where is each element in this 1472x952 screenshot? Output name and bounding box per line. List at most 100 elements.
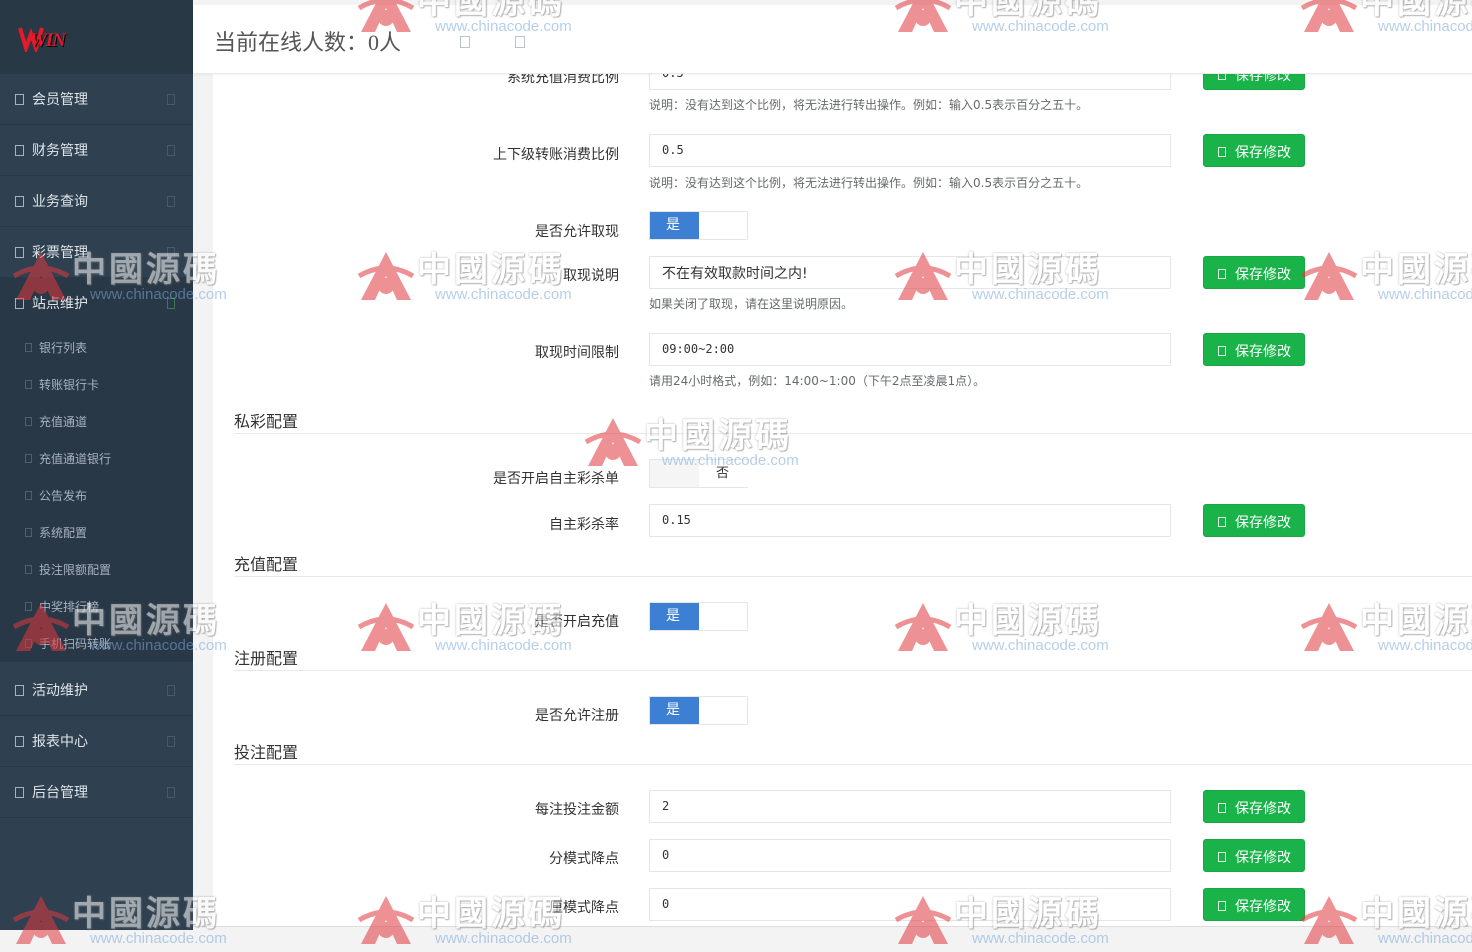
toggle-on-label: 是 [650,603,699,630]
watermark-url: www.chinacode.com [90,930,227,947]
report-icon [15,736,24,747]
sidebar-item-finance[interactable]: 财务管理 [0,125,193,176]
withdraw-desc-input[interactable]: 不在有效取款时间之内! [649,256,1171,289]
save-button[interactable]: 保存修改 [1203,256,1305,289]
sidebar-item-label: 会员管理 [32,92,88,108]
activity-icon [15,685,24,696]
save-icon [1218,517,1226,527]
section-divider [234,576,1472,577]
sidebar-item-label: 活动维护 [32,683,88,699]
logo-text: WIN [30,30,66,51]
save-button[interactable]: 保存修改 [1203,504,1305,537]
bullet-icon [25,380,32,389]
chevron-icon [167,736,175,747]
toolbar-icon[interactable] [460,36,470,48]
save-button-label: 保存修改 [1235,74,1291,84]
allow-register-toggle[interactable]: 是 [649,696,748,725]
watermark-url: www.chinacode.com [972,930,1109,947]
field-label: 自主彩杀率 [549,517,619,533]
save-icon [1218,147,1226,157]
sidebar-item-label: 彩票管理 [32,245,88,261]
save-button[interactable]: 保存修改 [1203,790,1305,823]
save-icon [1218,74,1226,80]
field-label: 是否允许取现 [535,224,619,240]
save-button[interactable]: 保存修改 [1203,134,1305,167]
save-button[interactable]: 保存修改 [1203,839,1305,872]
li-mode-input[interactable]: 0 [649,888,1171,921]
sidebar-item-site-maintenance[interactable]: 站点维护 [0,278,193,329]
save-button[interactable]: 保存修改 [1203,888,1305,921]
field-label: 厘模式降点 [549,900,619,916]
submenu-item-winning-ranking[interactable]: 中奖排行榜 [0,588,193,625]
bullet-icon [25,565,32,574]
sidebar-item-admin[interactable]: 后台管理 [0,767,193,818]
help-text: 说明：没有达到这个比例，将无法进行转出操作。例如：输入0.5表示百分之五十。 [649,98,1089,112]
chevron-icon [167,196,175,207]
submenu-item-system-config[interactable]: 系统配置 [0,514,193,551]
chevron-icon [167,145,175,156]
toggle-off-label: 否 [716,466,730,481]
field-label: 系统充值消费比例 [507,74,619,86]
field-label: 每注投注金额 [535,802,619,818]
sidebar-submenu: 银行列表 转账银行卡 充值通道 充值通道银行 公告发布 系统配置 投注限额配置 [0,329,193,662]
sidebar-item-business-query[interactable]: 业务查询 [0,176,193,227]
sidebar-nav-bottom: 活动维护 报表中心 后台管理 [0,665,193,818]
bullet-icon [25,602,32,611]
bottom-border [193,926,1472,927]
top-bar: 当前在线人数：0人 [193,5,1472,74]
submenu-item-label: 银行列表 [39,341,88,355]
submenu-item-label: 公告发布 [39,489,88,503]
submenu-item-label: 中奖排行榜 [39,600,100,614]
fen-mode-input[interactable]: 0 [649,839,1171,872]
bet-amount-input[interactable]: 2 [649,790,1171,823]
submenu-item-recharge-channel[interactable]: 充值通道 [0,403,193,440]
withdraw-time-input[interactable]: 09:00~2:00 [649,333,1171,366]
main-content: 系统充值消费比例 0.5 说明：没有达到这个比例，将无法进行转出操作。例如：输入… [213,74,1472,926]
save-icon [1218,346,1226,356]
submenu-item-transfer-card[interactable]: 转账银行卡 [0,366,193,403]
enable-recharge-toggle[interactable]: 是 [649,602,748,631]
save-button-label: 保存修改 [1235,267,1291,283]
chevron-down-icon [167,298,175,309]
chevron-icon [167,787,175,798]
save-button-label: 保存修改 [1235,515,1291,531]
help-text: 请用24小时格式，例如：14:00~1:00（下午2点至凌晨1点）。 [649,374,986,388]
submenu-item-bet-limit-config[interactable]: 投注限额配置 [0,551,193,588]
save-button[interactable]: 保存修改 [1203,74,1305,90]
recharge-ratio-input[interactable]: 0.5 [649,74,1171,90]
sidebar-item-label: 后台管理 [32,785,88,801]
submenu-item-label: 转账银行卡 [39,378,100,392]
sidebar-item-label: 财务管理 [32,143,88,159]
sidebar-item-label: 业务查询 [32,194,88,210]
kill-rate-input[interactable]: 0.15 [649,504,1171,537]
sidebar-item-activities[interactable]: 活动维护 [0,665,193,716]
sidebar-nav-top: 会员管理 财务管理 业务查询 彩票管理 站点维护 [0,74,193,329]
save-icon [1218,901,1226,911]
submenu-item-label: 手机扫码转账 [39,637,112,651]
allow-withdraw-toggle[interactable]: 是 [649,211,748,240]
transfer-ratio-input[interactable]: 0.5 [649,134,1171,167]
field-label: 取现说明 [563,268,619,284]
submenu-item-label: 系统配置 [39,526,88,540]
submenu-item-recharge-channel-bank[interactable]: 充值通道银行 [0,440,193,477]
watermark-url: www.chinacode.com [435,930,572,947]
toolbar-icon[interactable] [515,36,525,48]
sidebar-item-members[interactable]: 会员管理 [0,74,193,125]
section-divider [234,670,1472,671]
sidebar-item-reports[interactable]: 报表中心 [0,716,193,767]
submenu-item-announcement[interactable]: 公告发布 [0,477,193,514]
watermark-url: www.chinacode.com [1378,930,1472,947]
auto-kill-toggle[interactable]: 否 [649,459,749,488]
field-label: 是否开启充值 [535,614,619,630]
sidebar-item-label: 站点维护 [32,296,88,312]
bullet-icon [25,417,32,426]
sidebar-item-lottery[interactable]: 彩票管理 [0,227,193,278]
logo[interactable]: WIN [0,0,193,74]
submenu-item-bank-list[interactable]: 银行列表 [0,329,193,366]
toggle-off: 否 [650,460,749,487]
submenu-item-label: 充值通道 [39,415,88,429]
online-users-count: 当前在线人数：0人 [214,30,402,55]
save-button-label: 保存修改 [1235,899,1291,915]
save-button[interactable]: 保存修改 [1203,333,1305,366]
submenu-item-mobile-qr-transfer[interactable]: 手机扫码转账 [0,625,193,662]
